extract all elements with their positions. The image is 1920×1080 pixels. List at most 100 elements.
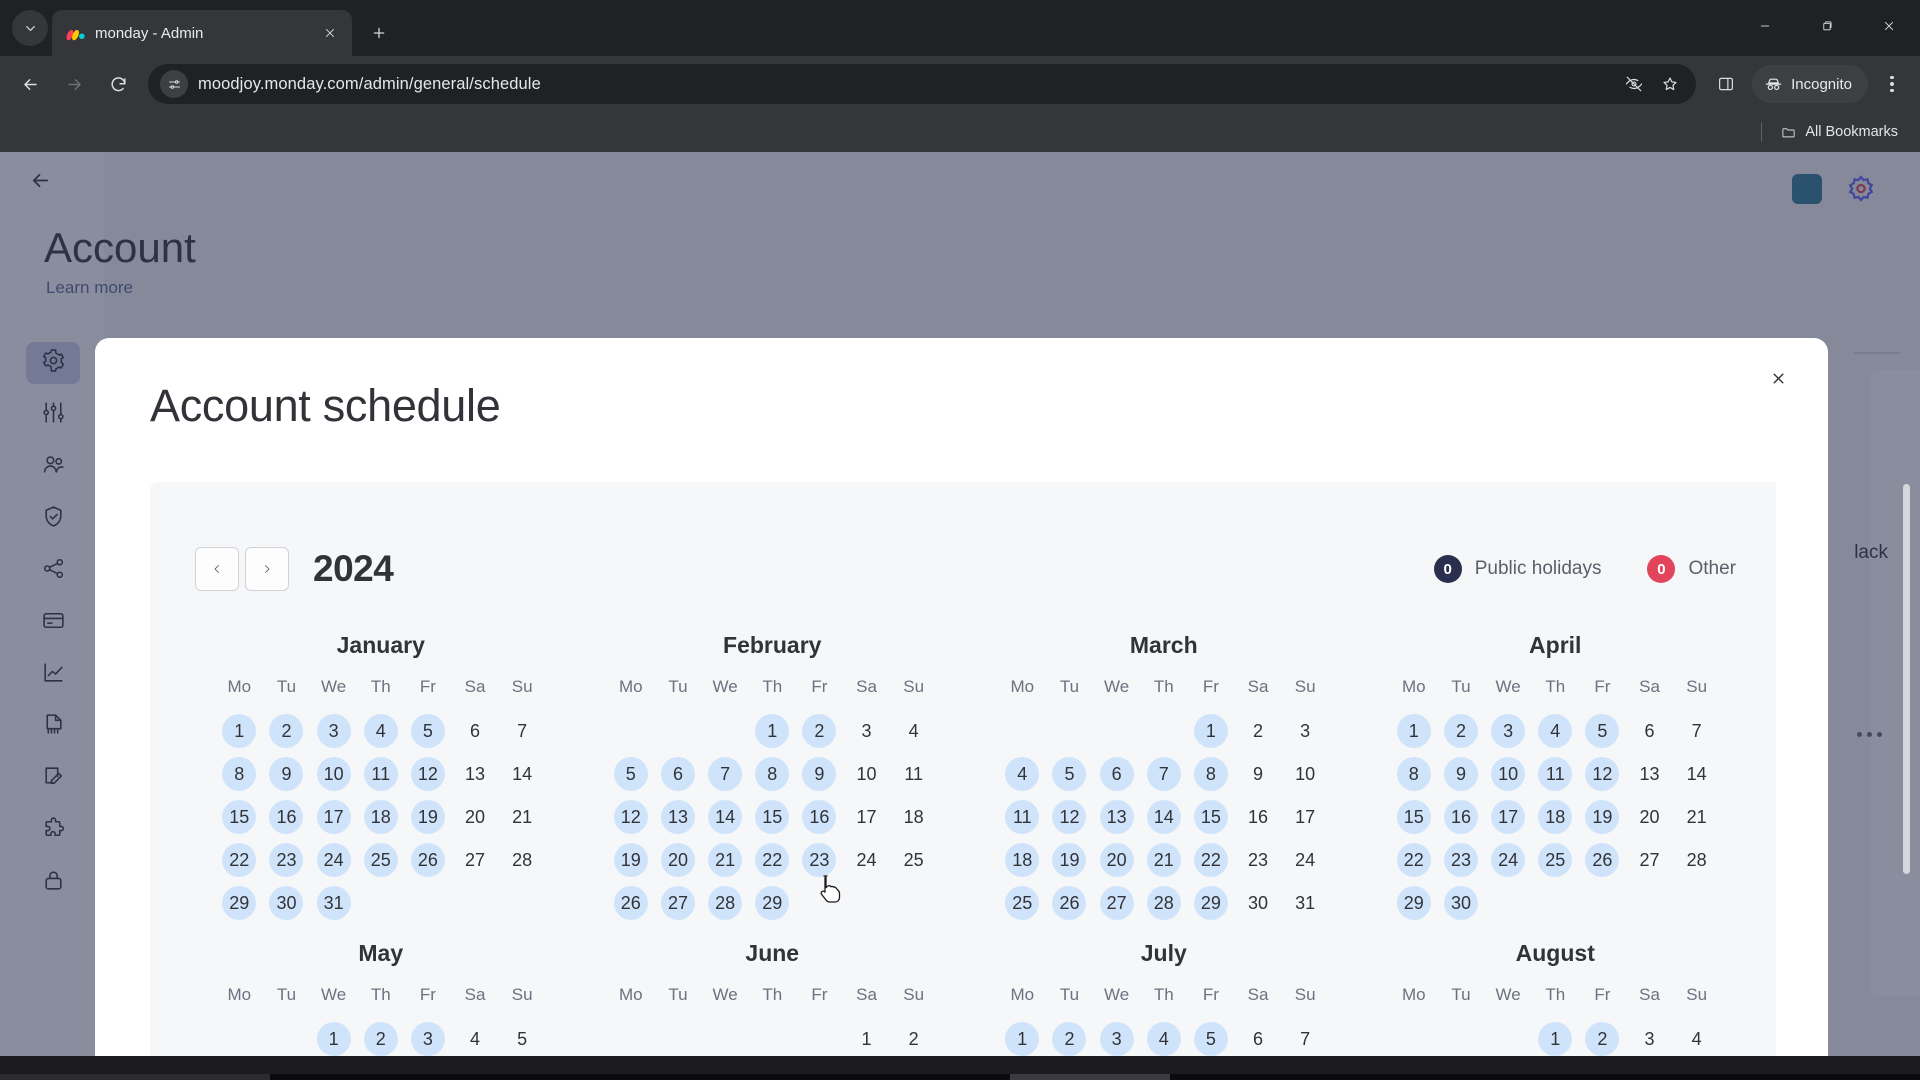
- day-cell[interactable]: 28: [708, 886, 743, 920]
- day-cell[interactable]: 1: [222, 714, 257, 748]
- day-cell[interactable]: 19: [1052, 843, 1087, 877]
- day-cell[interactable]: 31: [316, 886, 351, 920]
- day-cell[interactable]: 15: [1396, 800, 1431, 834]
- prev-year-button[interactable]: [195, 547, 239, 591]
- day-cell[interactable]: 8: [1193, 757, 1228, 791]
- day-cell[interactable]: 29: [1396, 886, 1431, 920]
- day-cell[interactable]: 20: [1633, 800, 1667, 834]
- day-cell[interactable]: 30: [1241, 886, 1275, 920]
- day-cell[interactable]: 26: [1052, 886, 1087, 920]
- day-cell[interactable]: 4: [897, 714, 931, 748]
- forward-button[interactable]: [54, 64, 94, 104]
- day-cell[interactable]: 4: [458, 1022, 492, 1056]
- day-cell[interactable]: 3: [316, 714, 351, 748]
- day-cell[interactable]: 24: [850, 843, 884, 877]
- day-cell[interactable]: 22: [755, 843, 790, 877]
- day-cell[interactable]: 17: [1491, 800, 1526, 834]
- day-cell[interactable]: 9: [1241, 757, 1275, 791]
- day-cell[interactable]: 16: [802, 800, 837, 834]
- day-cell[interactable]: 22: [1396, 843, 1431, 877]
- bookmark-star-icon[interactable]: [1654, 68, 1686, 100]
- day-cell[interactable]: 6: [458, 714, 492, 748]
- day-cell[interactable]: 15: [1193, 800, 1228, 834]
- new-tab-button[interactable]: [362, 16, 396, 50]
- day-cell[interactable]: 4: [1680, 1022, 1714, 1056]
- all-bookmarks-button[interactable]: All Bookmarks: [1772, 120, 1906, 144]
- day-cell[interactable]: 10: [316, 757, 351, 791]
- maximize-button[interactable]: [1796, 0, 1858, 52]
- day-cell[interactable]: 10: [1491, 757, 1526, 791]
- day-cell[interactable]: 5: [410, 714, 445, 748]
- day-cell[interactable]: 2: [1052, 1022, 1087, 1056]
- reload-button[interactable]: [98, 64, 138, 104]
- day-cell[interactable]: 30: [269, 886, 304, 920]
- day-cell[interactable]: 9: [802, 757, 837, 791]
- day-cell[interactable]: 27: [458, 843, 492, 877]
- day-cell[interactable]: 19: [410, 800, 445, 834]
- day-cell[interactable]: 28: [1680, 843, 1714, 877]
- day-cell[interactable]: 1: [1538, 1022, 1573, 1056]
- day-cell[interactable]: 18: [897, 800, 931, 834]
- day-cell[interactable]: 4: [1538, 714, 1573, 748]
- day-cell[interactable]: 26: [1585, 843, 1620, 877]
- day-cell[interactable]: 1: [850, 1022, 884, 1056]
- day-cell[interactable]: 13: [1633, 757, 1667, 791]
- modal-scrollbar-thumb[interactable]: [1903, 484, 1910, 874]
- tab-search-button[interactable]: [12, 10, 48, 46]
- day-cell[interactable]: 25: [1538, 843, 1573, 877]
- day-cell[interactable]: 28: [505, 843, 539, 877]
- day-cell[interactable]: 26: [410, 843, 445, 877]
- day-cell[interactable]: 6: [660, 757, 695, 791]
- day-cell[interactable]: 14: [505, 757, 539, 791]
- day-cell[interactable]: 13: [1099, 800, 1134, 834]
- day-cell[interactable]: 17: [850, 800, 884, 834]
- day-cell[interactable]: 29: [1193, 886, 1228, 920]
- day-cell[interactable]: 9: [1443, 757, 1478, 791]
- day-cell[interactable]: 7: [1680, 714, 1714, 748]
- day-cell[interactable]: 23: [802, 843, 837, 877]
- day-cell[interactable]: 4: [1005, 757, 1040, 791]
- minimize-button[interactable]: [1734, 0, 1796, 52]
- day-cell[interactable]: 14: [708, 800, 743, 834]
- day-cell[interactable]: 21: [505, 800, 539, 834]
- day-cell[interactable]: 2: [1241, 714, 1275, 748]
- day-cell[interactable]: 2: [269, 714, 304, 748]
- day-cell[interactable]: 7: [708, 757, 743, 791]
- day-cell[interactable]: 25: [363, 843, 398, 877]
- day-cell[interactable]: 10: [850, 757, 884, 791]
- day-cell[interactable]: 24: [1288, 843, 1322, 877]
- day-cell[interactable]: 13: [660, 800, 695, 834]
- day-cell[interactable]: 27: [660, 886, 695, 920]
- day-cell[interactable]: 11: [363, 757, 398, 791]
- day-cell[interactable]: 1: [1005, 1022, 1040, 1056]
- day-cell[interactable]: 20: [660, 843, 695, 877]
- legend-item-other[interactable]: 0 Other: [1647, 555, 1736, 583]
- side-panel-icon[interactable]: [1706, 64, 1746, 104]
- day-cell[interactable]: 5: [505, 1022, 539, 1056]
- day-cell[interactable]: 9: [269, 757, 304, 791]
- day-cell[interactable]: 8: [1396, 757, 1431, 791]
- day-cell[interactable]: 7: [1146, 757, 1181, 791]
- day-cell[interactable]: 12: [410, 757, 445, 791]
- day-cell[interactable]: 1: [1193, 714, 1228, 748]
- day-cell[interactable]: 11: [897, 757, 931, 791]
- day-cell[interactable]: 29: [755, 886, 790, 920]
- day-cell[interactable]: 7: [1288, 1022, 1322, 1056]
- day-cell[interactable]: 27: [1633, 843, 1667, 877]
- day-cell[interactable]: 13: [458, 757, 492, 791]
- day-cell[interactable]: 2: [897, 1022, 931, 1056]
- day-cell[interactable]: 26: [613, 886, 648, 920]
- day-cell[interactable]: 25: [897, 843, 931, 877]
- day-cell[interactable]: 15: [222, 800, 257, 834]
- back-button[interactable]: [10, 64, 50, 104]
- day-cell[interactable]: 28: [1146, 886, 1181, 920]
- day-cell[interactable]: 16: [1443, 800, 1478, 834]
- day-cell[interactable]: 1: [316, 1022, 351, 1056]
- day-cell[interactable]: 6: [1099, 757, 1134, 791]
- address-bar[interactable]: moodjoy.monday.com/admin/general/schedul…: [148, 64, 1697, 104]
- day-cell[interactable]: 18: [363, 800, 398, 834]
- day-cell[interactable]: 6: [1633, 714, 1667, 748]
- day-cell[interactable]: 17: [316, 800, 351, 834]
- day-cell[interactable]: 22: [222, 843, 257, 877]
- day-cell[interactable]: 6: [1241, 1022, 1275, 1056]
